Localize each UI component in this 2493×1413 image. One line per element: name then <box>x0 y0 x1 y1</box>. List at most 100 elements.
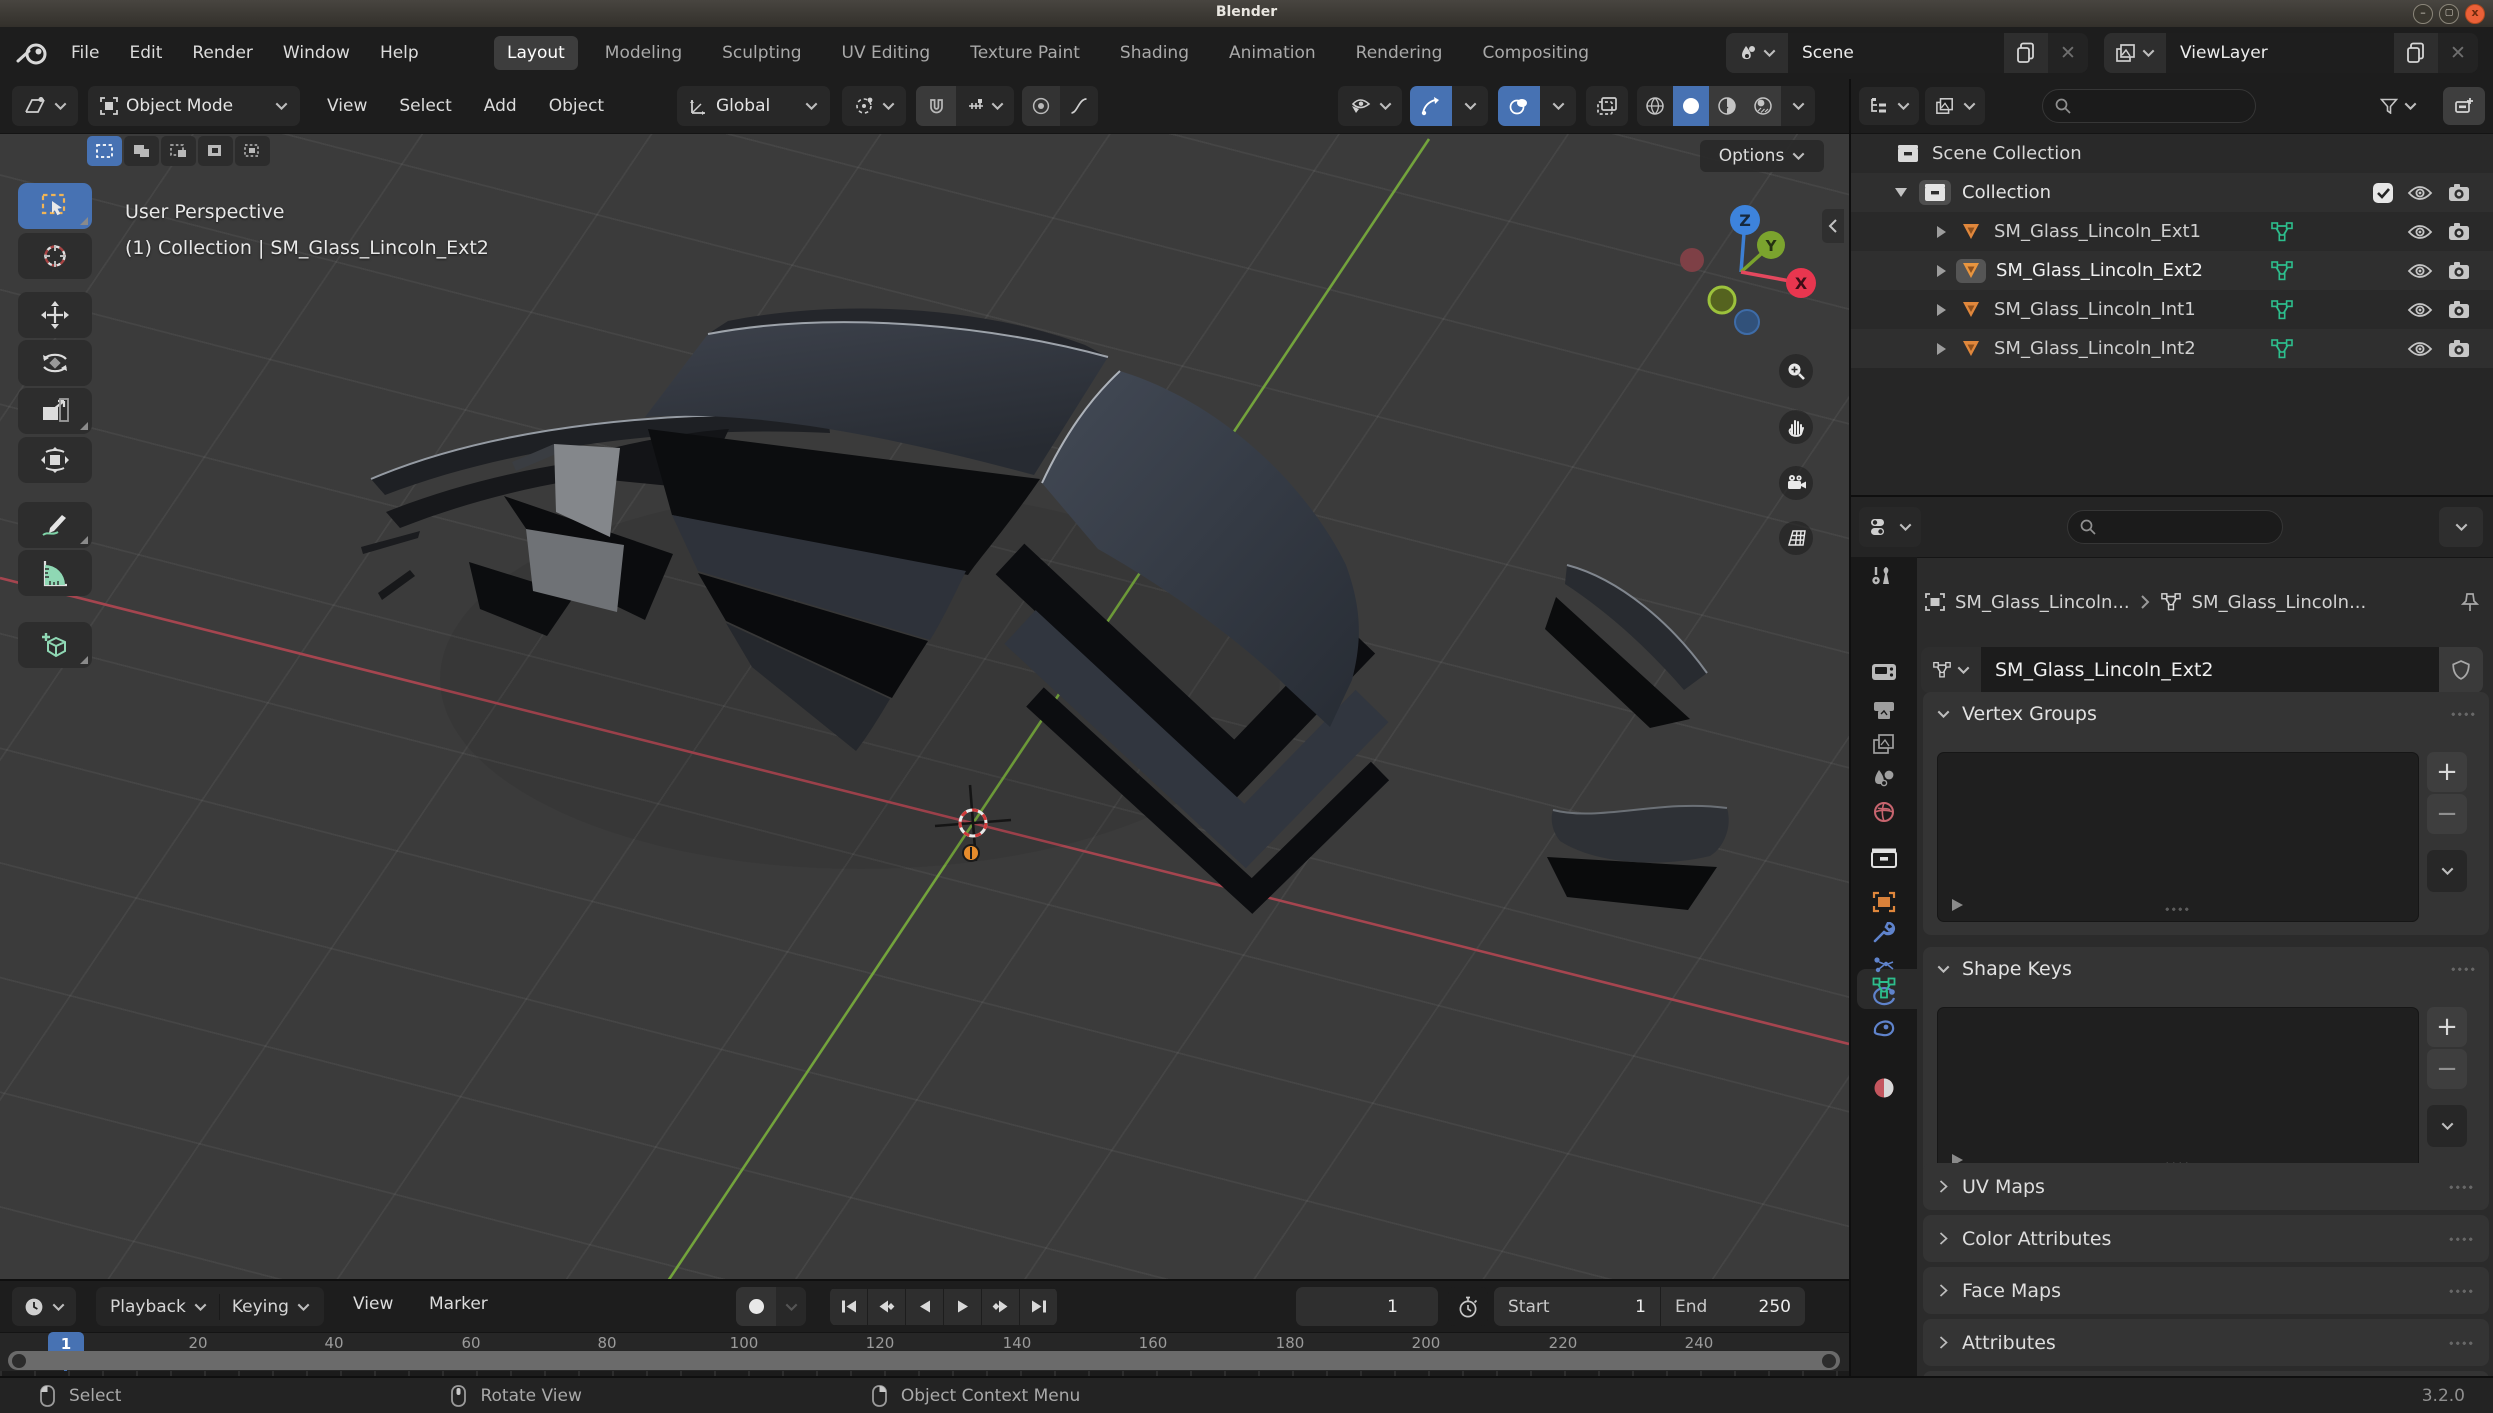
blender-logo-icon[interactable] <box>16 39 50 67</box>
properties-search-input[interactable] <box>2067 510 2283 544</box>
tool-scale[interactable] <box>18 388 92 434</box>
workspace-tab-animation[interactable]: Animation <box>1216 36 1329 70</box>
tab-material[interactable] <box>1865 1073 1903 1103</box>
hide-eye-icon[interactable] <box>2407 263 2433 279</box>
current-frame-field[interactable]: 1 <box>1296 1287 1438 1326</box>
scene-copy-button[interactable] <box>2004 33 2048 73</box>
disclosure-closed-icon[interactable] <box>1937 342 1946 355</box>
tool-cursor[interactable] <box>18 233 92 279</box>
timeline-scrollbar[interactable] <box>8 1351 1840 1370</box>
panel-grip[interactable] <box>2447 1182 2473 1191</box>
viewlayer-type-dropdown[interactable] <box>2104 33 2166 73</box>
tool-transform[interactable] <box>18 437 92 483</box>
panel-grip[interactable] <box>2447 1286 2473 1295</box>
outliner-row-object[interactable]: SM_Glass_Lincoln_Int2 <box>1851 329 2493 368</box>
workspace-tab-rendering[interactable]: Rendering <box>1343 36 1456 70</box>
snap-with-dropdown[interactable] <box>956 86 1014 126</box>
ortho-toggle-button[interactable] <box>1779 521 1813 555</box>
shape-keys-title[interactable]: Shape Keys <box>1962 958 2072 980</box>
workspace-tab-compositing[interactable]: Compositing <box>1469 36 1602 70</box>
viewlayer-remove-button[interactable]: ✕ <box>2438 33 2478 73</box>
attributes-panel-collapsed[interactable]: Attributes <box>1923 1319 2489 1366</box>
disable-render-camera-icon[interactable] <box>2447 339 2471 359</box>
properties-editor-dropdown[interactable] <box>1859 507 1921 547</box>
maximize-button[interactable]: ▢ <box>2439 4 2459 24</box>
tab-output[interactable] <box>1865 695 1903 725</box>
workspace-tab-sculpting[interactable]: Sculpting <box>709 36 814 70</box>
transform-orientation-dropdown[interactable]: Global <box>677 86 830 126</box>
playback-menu[interactable]: Playback <box>100 1297 217 1317</box>
vertex-group-remove-button[interactable]: − <box>2427 794 2467 834</box>
proportional-falloff-dropdown[interactable] <box>1060 86 1098 126</box>
viewport-menu-add[interactable]: Add <box>475 96 526 116</box>
select-mode-extend[interactable] <box>124 136 159 166</box>
minimize-button[interactable]: – <box>2413 4 2433 24</box>
tab-tool[interactable] <box>1865 561 1903 591</box>
navigation-gizmo[interactable]: Z Y X <box>1640 169 1840 369</box>
viewport-menu-view[interactable]: View <box>318 96 376 116</box>
shape-keys-list[interactable] <box>1937 1007 2419 1177</box>
play-reverse-button[interactable] <box>906 1288 943 1325</box>
prev-keyframe-button[interactable] <box>868 1288 905 1325</box>
timeline-marker-menu[interactable]: Marker <box>420 1294 497 1314</box>
tab-object[interactable] <box>1865 887 1903 917</box>
xray-toggle[interactable] <box>1586 86 1628 126</box>
tab-view-layer[interactable] <box>1865 729 1903 759</box>
outliner-row-scene-collection[interactable]: Scene Collection <box>1851 134 2493 173</box>
outliner-row-object[interactable]: SM_Glass_Lincoln_Int1 <box>1851 290 2493 329</box>
tab-collection[interactable] <box>1865 843 1903 873</box>
exclude-checkbox[interactable] <box>2372 182 2394 204</box>
disclosure-closed-icon[interactable] <box>1937 264 1946 277</box>
list-resize-grip[interactable] <box>2163 905 2189 913</box>
jump-to-end-button[interactable] <box>1020 1288 1057 1325</box>
workspace-tab-texture-paint[interactable]: Texture Paint <box>957 36 1093 70</box>
menu-help[interactable]: Help <box>371 43 428 63</box>
sidebar-toggle[interactable] <box>1822 209 1844 243</box>
breadcrumb-object-label[interactable]: SM_Glass_Lincoln... <box>1955 592 2130 613</box>
tab-object-data-active[interactable] <box>1865 973 1903 1003</box>
tab-render[interactable] <box>1865 657 1903 687</box>
use-preview-range-toggle[interactable] <box>1448 1287 1488 1326</box>
tool-select-box[interactable] <box>18 183 92 229</box>
disclosure-closed-icon[interactable] <box>1937 303 1946 316</box>
breadcrumb-data-label[interactable]: SM_Glass_Lincoln... <box>2192 592 2367 613</box>
timeline-view-menu[interactable]: View <box>344 1294 402 1314</box>
disable-render-camera-icon[interactable] <box>2447 222 2471 242</box>
scene-name-field[interactable]: Scene <box>1788 33 2004 73</box>
vertex-groups-title[interactable]: Vertex Groups <box>1962 703 2097 725</box>
disable-render-camera-icon[interactable] <box>2447 261 2471 281</box>
scrollbar-knob-left[interactable] <box>12 1353 26 1368</box>
scrollbar-knob-right[interactable] <box>1822 1353 1836 1368</box>
overlays-dropdown[interactable] <box>1540 86 1576 126</box>
workspace-tab-shading[interactable]: Shading <box>1107 36 1202 70</box>
tool-move[interactable] <box>18 292 92 338</box>
show-overlays-toggle[interactable] <box>1498 86 1540 126</box>
viewport-menu-select[interactable]: Select <box>390 96 460 116</box>
menu-edit[interactable]: Edit <box>120 43 171 63</box>
viewlayer-name-field[interactable]: ViewLayer <box>2166 33 2394 73</box>
uv-maps-panel-collapsed[interactable]: UV Maps <box>1923 1163 2489 1210</box>
proportional-editing-toggle[interactable] <box>1022 86 1060 126</box>
frame-end-field[interactable]: End 250 <box>1661 1287 1805 1326</box>
menu-file[interactable]: File <box>62 43 108 63</box>
auto-keying-dropdown[interactable] <box>776 1287 806 1326</box>
tool-measure[interactable] <box>18 550 92 596</box>
show-gizmo-toggle[interactable] <box>1410 86 1452 126</box>
outliner-row-collection[interactable]: Collection <box>1851 173 2493 212</box>
camera-view-button[interactable] <box>1779 466 1813 500</box>
viewport-menu-object[interactable]: Object <box>540 96 613 116</box>
tool-add-cube[interactable] <box>18 622 92 668</box>
menu-render[interactable]: Render <box>183 43 262 63</box>
hide-eye-icon[interactable] <box>2407 185 2433 201</box>
keying-menu[interactable]: Keying <box>222 1297 320 1317</box>
pan-view-button[interactable] <box>1779 410 1813 444</box>
select-mode-subtract[interactable] <box>161 136 196 166</box>
vertex-group-specials-dropdown[interactable] <box>2427 850 2467 892</box>
disable-render-camera-icon[interactable] <box>2447 183 2471 203</box>
outliner-filter-dropdown[interactable] <box>2369 89 2427 123</box>
frame-start-field[interactable]: Start 1 <box>1494 1287 1660 1326</box>
shading-solid-button[interactable] <box>1673 86 1709 126</box>
scene-unlink-button[interactable]: ✕ <box>2048 33 2088 73</box>
hide-eye-icon[interactable] <box>2407 341 2433 357</box>
panel-grip[interactable] <box>2449 965 2475 973</box>
